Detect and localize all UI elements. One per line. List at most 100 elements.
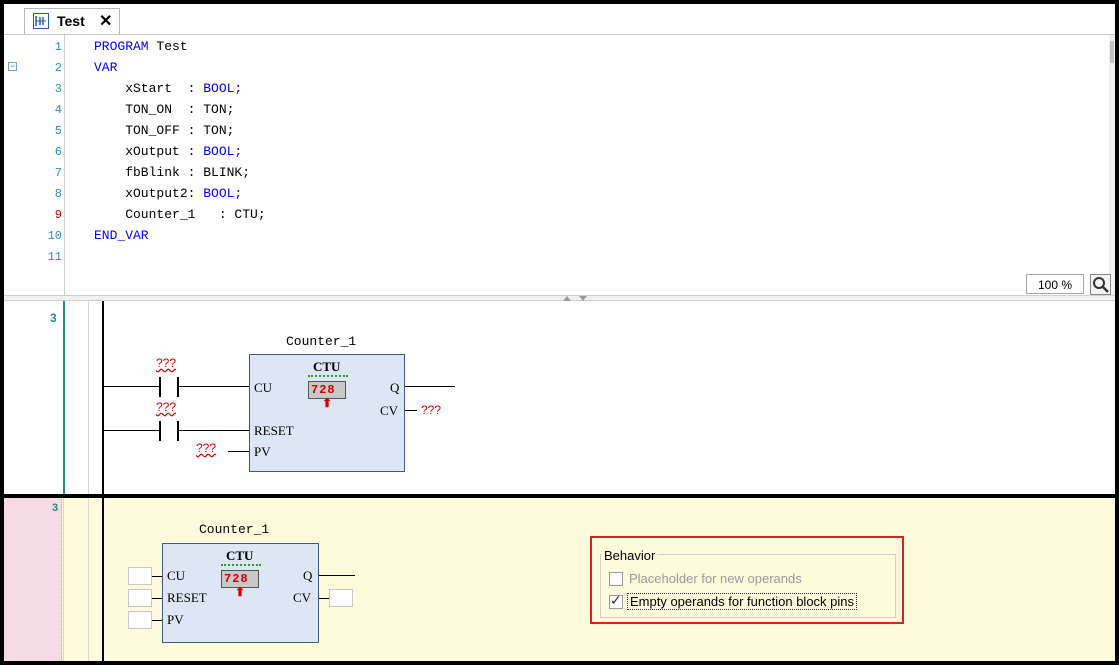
wire	[228, 451, 249, 452]
fold-collapse-icon[interactable]: −	[8, 62, 17, 71]
vertical-scrollbar[interactable]	[1109, 35, 1115, 295]
line-number: 3	[54, 82, 62, 96]
network-number: 3	[50, 311, 57, 325]
pin-q: Q	[390, 380, 400, 395]
pin-pv: PV	[167, 612, 184, 627]
line-number: 10	[47, 229, 62, 243]
pin-cv: CV	[380, 403, 399, 418]
keyword: END_VAR	[94, 228, 149, 243]
power-rail	[102, 498, 104, 661]
network-number: 3	[52, 502, 59, 514]
wire-cv-output	[319, 598, 329, 599]
wire	[152, 620, 162, 621]
line-number: 2	[54, 61, 62, 75]
ld-network-preview: 3 Counter_1 CTU 728 ⬆ CU RESET PV Q CV	[4, 498, 1115, 661]
code-line-8[interactable]: xOutput2: BOOL;	[94, 186, 242, 201]
pin-cu: CU	[254, 380, 273, 395]
pin-q: Q	[303, 568, 313, 583]
wire	[152, 598, 162, 599]
wire-q-output	[405, 386, 455, 387]
code-line-10[interactable]: END_VAR	[94, 228, 149, 243]
contact-reset[interactable]	[159, 421, 179, 441]
line-number: 11	[47, 250, 62, 264]
code-line-9[interactable]: Counter_1 : CTU;	[94, 207, 265, 222]
magnifier-glyph	[1093, 277, 1109, 293]
code-line-4[interactable]: TON_ON : TON;	[94, 102, 234, 117]
tab-test[interactable]: Test ✕	[24, 8, 120, 34]
close-icon[interactable]: ✕	[99, 11, 112, 31]
behavior-groupbox: Placeholder for new operands Empty opera…	[600, 554, 896, 618]
wire	[179, 386, 249, 387]
network-gutter	[63, 301, 65, 494]
pv-placeholder[interactable]: ???	[196, 441, 216, 455]
empty-operand-cu	[128, 567, 152, 585]
code-line-3[interactable]: xStart : BOOL;	[94, 81, 242, 96]
keyword: VAR	[94, 60, 118, 75]
counter-digits: 728	[224, 572, 249, 586]
code-line-7[interactable]: fbBlink : BLINK;	[94, 165, 250, 180]
cv-placeholder[interactable]: ???	[421, 403, 441, 417]
counter-digits: 728	[311, 383, 336, 397]
ladder-pou-icon	[33, 13, 49, 29]
declaration-editor[interactable]: − 1 PROGRAM Test 2 VAR 3 xStart : BOOL; …	[4, 35, 1115, 295]
scrollbar-thumb[interactable]	[1110, 41, 1114, 63]
code-line-1[interactable]: PROGRAM Test	[94, 39, 188, 54]
empty-operands-label[interactable]: Empty operands for function block pins	[627, 593, 858, 610]
editor-frame: Test ✕ − 1 PROGRAM Test 2 VAR 3 xStart :…	[4, 4, 1115, 494]
fb-instance-name: Counter_1	[199, 522, 270, 537]
tab-label: Test	[57, 13, 85, 29]
wire	[179, 430, 249, 431]
keyword: PROGRAM	[94, 39, 149, 54]
empty-operand-pv	[128, 611, 152, 629]
empty-operand-reset	[128, 589, 152, 607]
behavior-options-highlight: Placeholder for new operands Empty opera…	[590, 536, 904, 624]
tab-bar: Test ✕	[4, 4, 1115, 35]
ld-network-1[interactable]: 3 ??? ??? ??? Counter_1 CTU 728 ⬆ CU RES…	[4, 301, 1115, 494]
placeholder-new-operands-checkbox[interactable]	[609, 572, 623, 586]
code-text: Test	[148, 39, 188, 54]
network-gutter-line	[88, 498, 89, 661]
keyword: BOOL;	[203, 186, 243, 201]
zoom-magnifier-icon[interactable]	[1090, 274, 1111, 295]
line-number: 4	[54, 103, 62, 117]
code-line-2[interactable]: VAR	[94, 60, 117, 75]
code-text: xOutput2:	[94, 186, 204, 201]
line-number: 5	[54, 124, 62, 138]
placeholder-new-operands-label[interactable]: Placeholder for new operands	[629, 571, 802, 586]
fb-type-label: CTU	[226, 548, 254, 563]
pin-pv: PV	[254, 444, 271, 459]
function-block-ctu[interactable]: CTU 728 ⬆ CU RESET PV Q CV	[249, 354, 405, 472]
network-gutter-line	[63, 498, 64, 661]
line-number: 6	[54, 145, 62, 159]
code-text: xStart :	[94, 81, 204, 96]
zoom-level[interactable]: 100 %	[1026, 274, 1084, 294]
wire	[104, 386, 160, 387]
contact-cu[interactable]	[159, 377, 179, 397]
keyword: BOOL;	[203, 81, 243, 96]
gutter-divider	[64, 35, 65, 295]
contact-variable-placeholder[interactable]: ???	[156, 356, 176, 370]
behavior-group-title: Behavior	[602, 548, 658, 563]
empty-operands-checkbox[interactable]	[609, 592, 623, 609]
network-gutter-line	[88, 301, 89, 494]
fb-instance-name[interactable]: Counter_1	[286, 334, 356, 349]
pin-reset: RESET	[167, 590, 207, 605]
pin-cu: CU	[167, 568, 186, 583]
up-arrow-icon: ⬆	[235, 585, 246, 599]
code-text: xOutput :	[94, 144, 204, 159]
wire	[104, 430, 160, 431]
code-line-5[interactable]: TON_OFF : TON;	[94, 123, 234, 138]
empty-operand-cv	[329, 589, 353, 607]
pin-reset: RESET	[254, 423, 294, 438]
fb-type-label: CTU	[313, 359, 341, 374]
contact-variable-placeholder[interactable]: ???	[156, 400, 176, 414]
wire-cv-output	[405, 410, 417, 411]
code-line-6[interactable]: xOutput : BOOL;	[94, 144, 242, 159]
line-number: 9	[54, 208, 62, 222]
wire-q-output	[319, 575, 355, 576]
network-number-column: 3	[4, 498, 62, 661]
keyword: BOOL;	[203, 144, 243, 159]
line-number: 7	[54, 166, 62, 180]
line-number: 1	[54, 40, 62, 54]
power-rail	[102, 301, 104, 494]
